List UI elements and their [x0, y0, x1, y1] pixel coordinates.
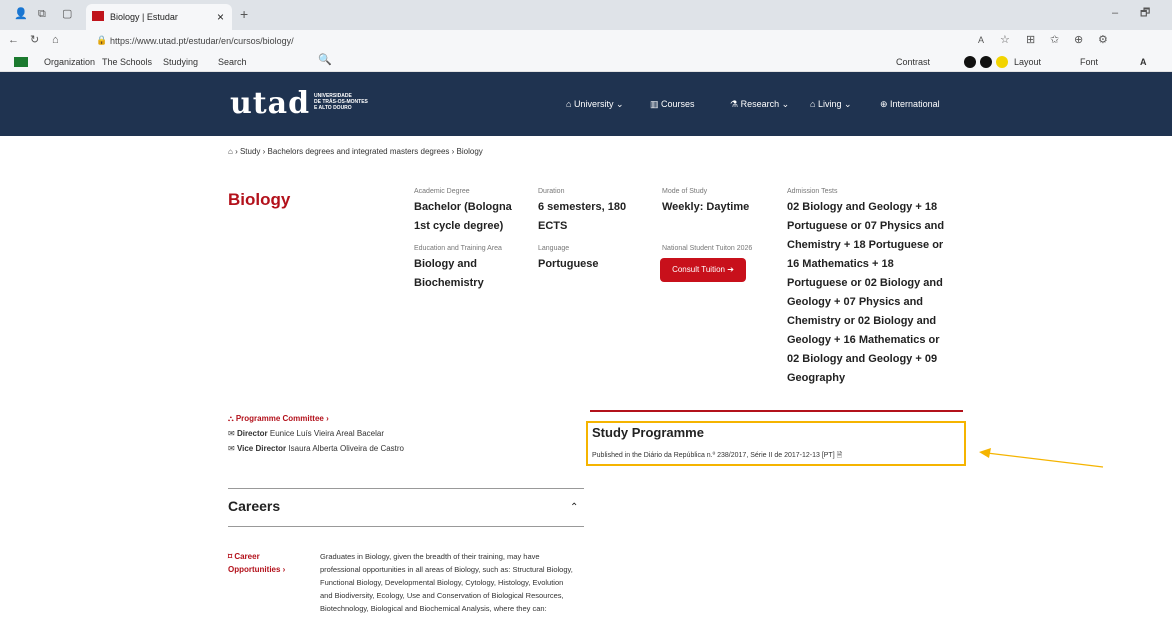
language-value: Portuguese — [538, 258, 599, 270]
contrast-yellow-icon[interactable] — [996, 56, 1008, 68]
layout-label: Layout — [1014, 57, 1042, 67]
browser-tab-bar: 👤 ⧉ ▢ Biology | Estudar × + – 🗗 — [0, 0, 1172, 30]
duration-value: 6 semesters, 180 ECTS — [538, 201, 627, 232]
page-title: Biology — [228, 190, 291, 209]
browser-tab[interactable]: Biology | Estudar × — [86, 4, 232, 30]
vice-director-line: ✉ Vice Director Isaura Alberta Oliveira … — [228, 444, 404, 453]
read-aloud-icon[interactable]: A — [978, 36, 984, 45]
document-icon: 🗎 — [836, 452, 843, 459]
duration-label: Duration — [538, 188, 565, 195]
home-icon[interactable]: ⌂ — [52, 35, 59, 46]
nav-university[interactable]: ⌂ University ⌄ — [566, 99, 624, 110]
contrast-invert-icon[interactable] — [980, 56, 992, 68]
site-header: utad UNIVERSIDADE DE TRÁS-OS-MONTES E AL… — [0, 72, 1172, 136]
admission-label: Admission Tests — [787, 188, 838, 195]
careers-top-rule — [228, 488, 584, 489]
mode-value: Weekly: Daytime — [662, 201, 750, 213]
close-tab-icon[interactable]: × — [217, 10, 224, 24]
lock-icon: 🔒 — [96, 35, 108, 45]
url-input[interactable]: https://www.utad.pt/estudar/en/cursos/bi… — [110, 36, 294, 46]
fav-studying[interactable]: Studying — [163, 57, 198, 67]
annotation-arrow-icon — [979, 448, 1104, 468]
fav-search[interactable]: Search — [218, 57, 247, 67]
admission-value: 02 Biology and Geology + 18 Portuguese o… — [787, 201, 945, 384]
address-bar-row: ← ↻ ⌂ 🔒 https://www.utad.pt/estudar/en/c… — [0, 30, 1172, 52]
career-opportunities-link[interactable]: ⌑ Career Opportunities › — [228, 550, 302, 576]
minimize-icon[interactable]: – — [1112, 8, 1118, 19]
logo-subtitle: UNIVERSIDADE DE TRÁS-OS-MONTES E ALTO DO… — [314, 93, 368, 111]
contrast-dark-icon[interactable] — [964, 56, 976, 68]
nav-living[interactable]: ⌂ Living ⌄ — [810, 99, 852, 110]
new-tab-button[interactable]: + — [240, 7, 248, 21]
site-favicon-icon — [92, 11, 104, 21]
language-label: Language — [538, 245, 570, 252]
consult-tuition-button[interactable]: Consult Tuition ➔ — [660, 258, 746, 282]
favorites-icon[interactable]: ✩ — [1050, 35, 1059, 46]
collections-icon[interactable]: ⊕ — [1074, 35, 1083, 46]
chevron-up-icon[interactable]: ⌃ — [570, 502, 578, 513]
split-screen-icon[interactable]: ⊞ — [1026, 35, 1035, 46]
careers-bottom-rule — [228, 526, 584, 527]
font-label: Font — [1080, 57, 1099, 67]
site-flag-icon — [14, 57, 28, 67]
careers-title: Careers — [228, 498, 281, 514]
academic-degree-value: Bachelor (Bologna 1st cycle degree) — [414, 201, 512, 232]
study-programme-title: Study Programme — [592, 425, 704, 440]
profile-icon[interactable]: 👤 — [14, 9, 28, 20]
utad-logo[interactable]: utad — [230, 86, 310, 121]
restore-icon[interactable]: 🗗 — [1140, 8, 1150, 19]
tuition-label: National Student Tuiton 2026 — [662, 245, 753, 252]
study-programme-rule — [590, 410, 963, 412]
director-line: ✉ Director Eunice Luís Vieira Areal Bace… — [228, 429, 384, 438]
tab-actions-icon[interactable]: ▢ — [62, 9, 72, 20]
search-icon[interactable]: 🔍 — [318, 55, 332, 66]
study-programme-publication-link[interactable]: Published in the Diário da República n.º… — [592, 451, 842, 462]
nav-courses[interactable]: ▥ Courses — [650, 99, 695, 110]
workspaces-icon[interactable]: ⧉ — [38, 9, 46, 20]
favorites-bar: Organization The Schools Studying Search… — [0, 52, 1172, 72]
programme-committee-link[interactable]: ⛬ Programme Committee › — [228, 414, 329, 424]
academic-degree-label: Academic Degree — [414, 188, 470, 195]
back-icon[interactable]: ← — [8, 35, 19, 46]
refresh-icon[interactable]: ↻ — [30, 35, 39, 46]
font-size-button[interactable]: A — [1140, 57, 1147, 67]
nav-international[interactable]: ⊕ International — [880, 99, 940, 110]
contrast-label: Contrast — [896, 57, 931, 67]
fav-organization[interactable]: Organization — [44, 57, 95, 67]
favorite-star-icon[interactable]: ☆ — [1000, 35, 1010, 46]
extensions-icon[interactable]: ⚙ — [1098, 35, 1108, 46]
nav-research[interactable]: ⚗ Research ⌄ — [730, 99, 789, 110]
home-breadcrumb-icon[interactable]: ⌂ — [228, 147, 233, 156]
tab-title: Biology | Estudar — [110, 12, 178, 22]
career-opportunities-text: Graduates in Biology, given the breadth … — [320, 552, 573, 613]
fav-the-schools[interactable]: The Schools — [102, 57, 152, 67]
training-area-value: Biology and Biochemistry — [414, 258, 484, 289]
breadcrumb: ⌂ › Study › Bachelors degrees and integr… — [228, 147, 483, 156]
mode-label: Mode of Study — [662, 188, 708, 195]
training-area-label: Education and Training Area — [414, 245, 502, 252]
